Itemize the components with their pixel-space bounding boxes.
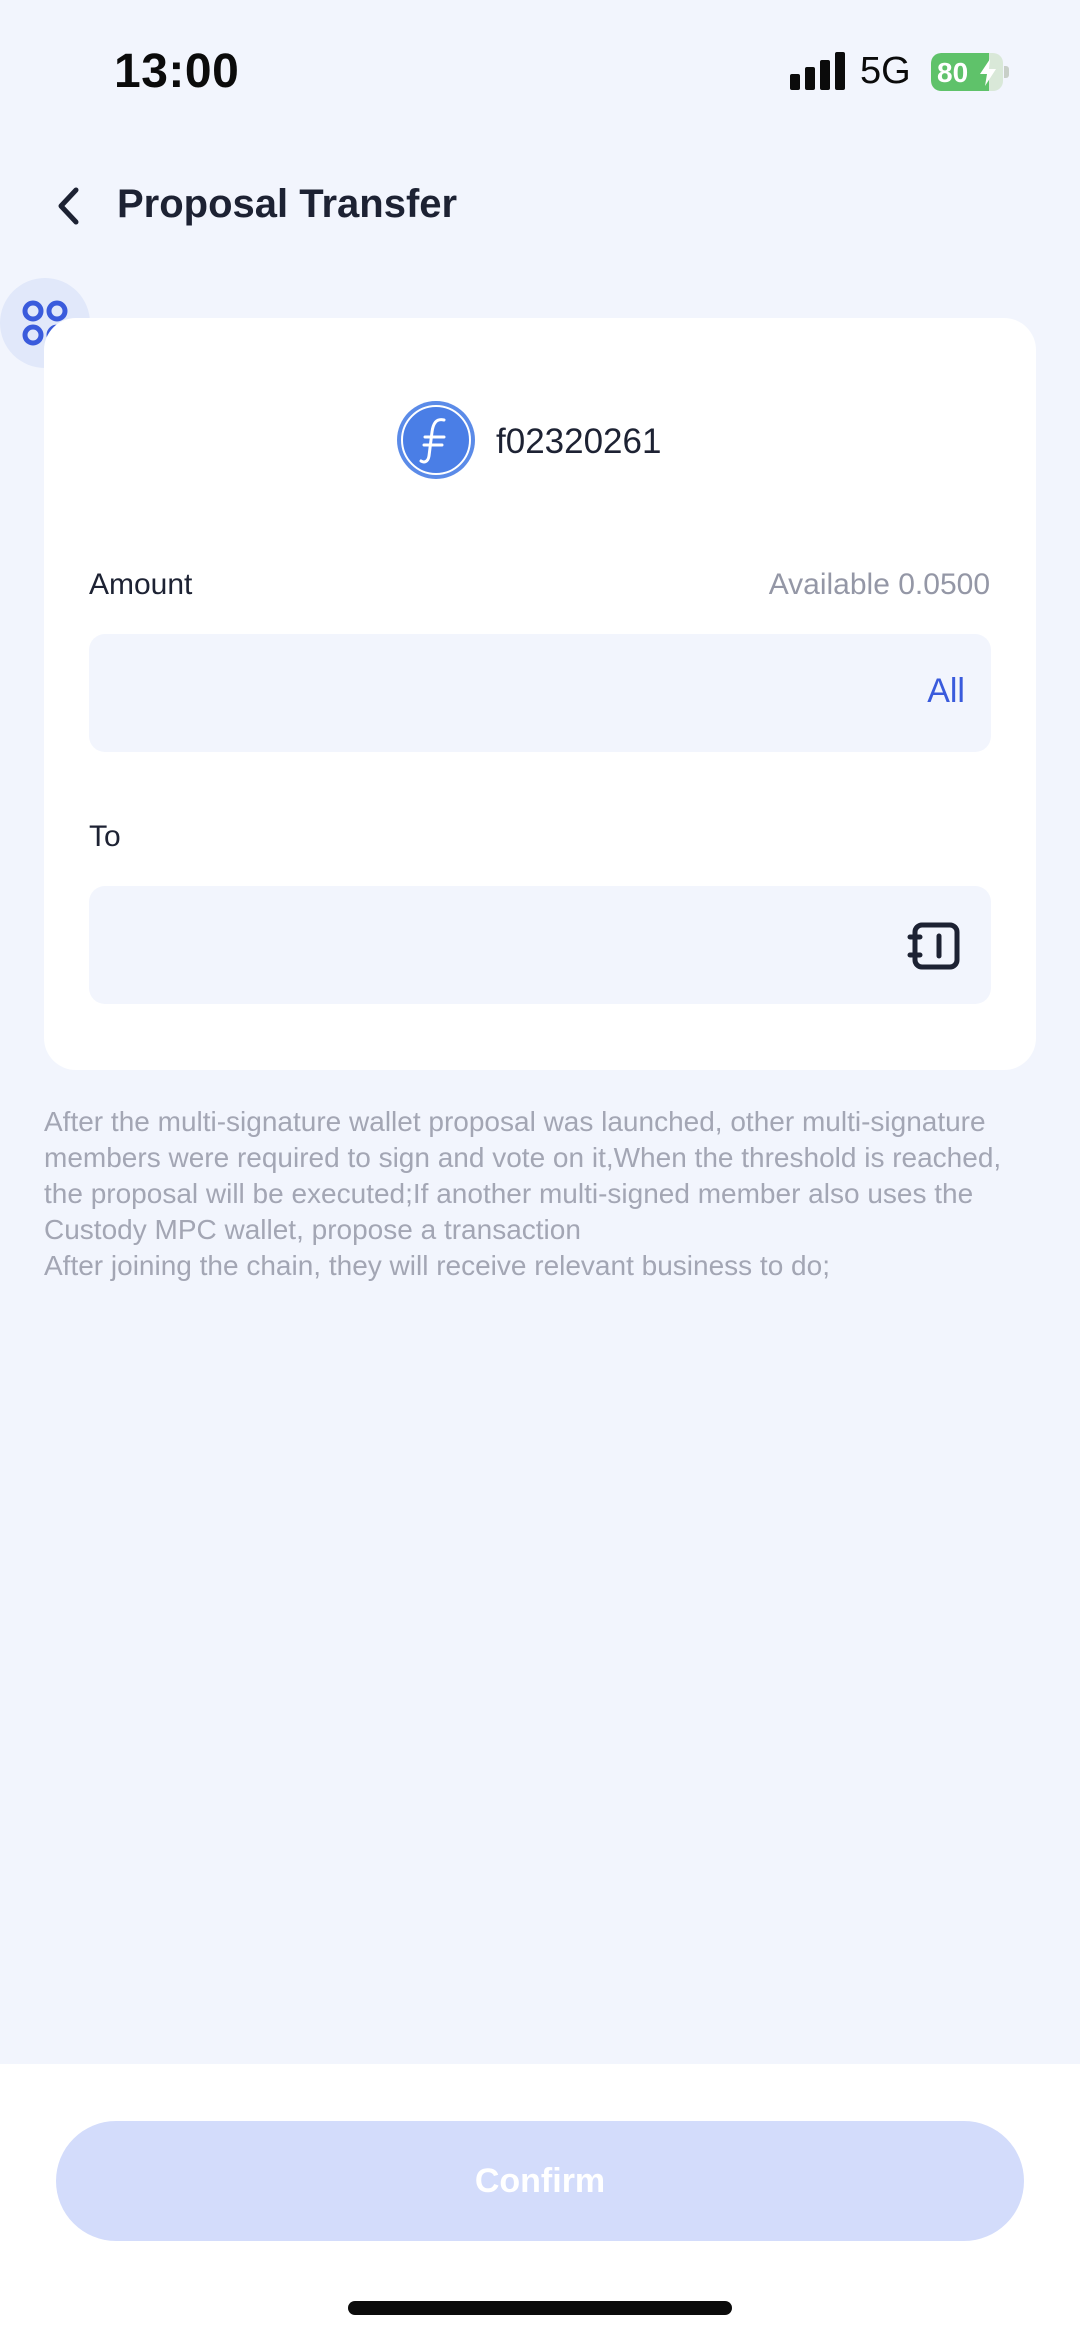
nav-bar: Proposal Transfer	[0, 160, 1080, 256]
to-address-input[interactable]	[113, 886, 877, 1006]
address-book-icon[interactable]	[907, 922, 961, 970]
page-title: Proposal Transfer	[117, 182, 458, 226]
filecoin-logo-icon	[397, 401, 475, 479]
charging-bolt-icon	[980, 59, 996, 86]
amount-field-container: All	[89, 634, 991, 754]
amount-input[interactable]	[113, 634, 877, 754]
back-button[interactable]	[44, 180, 96, 232]
to-field-container	[89, 886, 991, 1006]
status-time: 13:00	[114, 45, 240, 98]
battery-charging-icon: 80	[931, 53, 1009, 91]
network-type: 5G	[860, 50, 911, 92]
notice-paragraph: After joining the chain, they will recei…	[44, 1250, 830, 1281]
battery-percentage: 80	[937, 57, 969, 88]
all-button[interactable]: All	[927, 672, 965, 711]
notice-paragraph: After the multi-signature wallet proposa…	[44, 1106, 1002, 1245]
confirm-button[interactable]: Confirm	[56, 2121, 1024, 2241]
proposal-notice: After the multi-signature wallet proposa…	[44, 1104, 1024, 1284]
status-bar: 13:00 5G 80	[0, 0, 1080, 140]
asset-address: f02320261	[496, 422, 662, 461]
home-indicator	[348, 2301, 732, 2315]
amount-label: Amount	[89, 568, 193, 601]
to-label: To	[89, 820, 121, 853]
chevron-left-icon	[58, 187, 79, 225]
bottom-action-panel: Confirm	[0, 2064, 1080, 2337]
cellular-signal-icon	[790, 52, 845, 90]
available-balance: Available 0.0500	[768, 568, 990, 601]
transfer-form-card: f02320261 Amount Available 0.0500 All To	[44, 318, 1036, 1070]
